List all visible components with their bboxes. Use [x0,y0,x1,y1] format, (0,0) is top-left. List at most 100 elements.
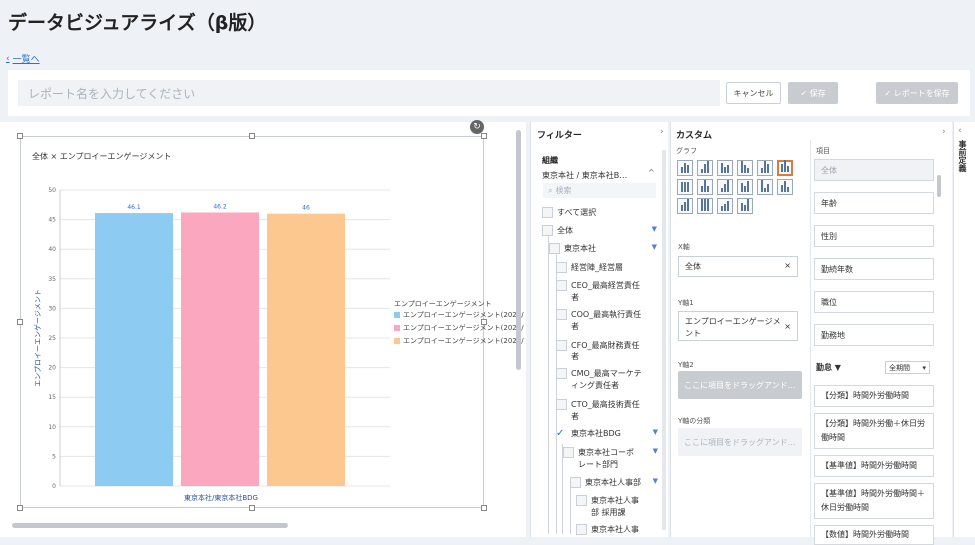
list-item[interactable]: 東京本社人事部 ▼ [570,477,658,488]
graph-type-bar-icon[interactable] [677,160,693,176]
attendance-item[interactable]: 【分類】時間外労働時間 [814,385,934,407]
close-icon[interactable]: × [784,322,791,331]
list-item[interactable]: 東京本社人事 [576,524,658,535]
legend-entry[interactable]: エンプロイーエンゲージメント(2022/ [394,323,524,333]
x-axis-field[interactable]: 全体 × [678,256,798,277]
checkbox[interactable] [556,280,567,291]
legend-swatch [394,338,400,344]
graph-type-line-icon[interactable] [697,160,713,176]
list-item[interactable]: 東京本社コーポレート部門 ▼ [563,447,658,471]
y2-axis-dropzone[interactable]: ここに項目をドラッグアンド… [678,371,802,399]
graph-type-bar-stacked-icon[interactable] [757,160,773,176]
list-item[interactable]: すべて選択 [542,207,596,218]
graph-type-hbar-100-icon[interactable] [677,179,693,195]
field-item[interactable]: 性別 [814,225,934,247]
graph-type-area-stacked-icon[interactable] [737,179,753,195]
list-item[interactable]: 全体 ▼ [542,225,657,236]
y-split-dropzone[interactable]: ここに項目をドラッグアンド… [678,428,802,456]
filter-scrollbar[interactable] [662,150,666,530]
chevron-right-icon[interactable]: › [660,127,664,137]
checkbox[interactable] [576,524,587,535]
field-item[interactable]: 勤続年数 [814,258,934,280]
list-item[interactable]: CEO_最高経営責任者 [556,280,646,304]
checkbox[interactable] [542,225,553,236]
graph-type-bar-100-icon[interactable] [697,179,713,195]
legend-swatch [394,312,400,318]
checkbox[interactable] [549,243,560,254]
y-split-label: Y軸の分類 [678,417,711,425]
save-report-button[interactable]: ✓ レポートを保存 [876,82,958,104]
resize-handle[interactable] [481,133,487,139]
cancel-button[interactable]: キャンセル [726,82,781,104]
close-icon[interactable]: × [784,261,791,272]
checkbox[interactable] [556,309,567,320]
checkbox[interactable] [542,207,553,218]
checkbox[interactable] [563,447,574,458]
attendance-item[interactable]: 【数値】時間外労働時間 [814,525,934,545]
list-item[interactable]: 経営陣_経営層 [556,262,623,273]
horizontal-scrollbar[interactable] [12,523,288,528]
graph-type-bar-selected-icon[interactable] [777,160,793,176]
list-item[interactable]: CMO_最高マーケティング責任者 [556,368,646,392]
back-link-label: 一覧へ [12,55,40,65]
caret-down-icon[interactable]: ▼ [652,225,657,233]
field-item[interactable]: 勤務地 [814,324,934,346]
caret-down-icon[interactable]: ▼ [653,477,658,485]
save-button[interactable]: ✓ 保存 [788,82,838,104]
predefined-strip[interactable] [953,122,975,537]
caret-down-icon[interactable]: ▼ [652,243,657,251]
period-select[interactable]: 全期間 ▾ [885,361,930,374]
resize-handle[interactable] [481,505,487,511]
org-selected[interactable]: 東京本社 / 東京本社B… [542,170,627,181]
graph-type-area-icon[interactable] [717,179,733,195]
graph-type-area-100-icon[interactable] [757,179,773,195]
list-item[interactable]: COO_最高執行責任者 [556,309,646,333]
list-item[interactable]: CFO_最高財務責任者 [556,340,646,362]
attendance-item[interactable]: 【基準値】時間外労働時間 [814,455,934,477]
list-item[interactable]: ✓ 東京本社BDG ▼ [556,428,658,439]
vertical-scrollbar[interactable] [516,130,521,370]
list-item[interactable]: 東京本社人事部 採用課 [576,495,658,519]
graph-type-bar-line-icon[interactable] [737,198,753,214]
y-tick-label: 20 [48,365,56,372]
chevron-left-icon[interactable]: ‹ [958,126,962,136]
field-item[interactable]: 年齢 [814,192,934,214]
refresh-icon[interactable]: ↻ [470,120,484,134]
field-item[interactable]: 全体 [814,159,934,181]
checkbox[interactable] [570,477,581,488]
graph-type-hbar-stacked-icon[interactable] [737,160,753,176]
graph-type-heatmap-icon[interactable] [697,198,713,214]
chevron-right-icon[interactable]: › [942,127,946,137]
field-item[interactable]: 職位 [814,291,934,313]
resize-handle[interactable] [17,133,23,139]
y-tick-label: 35 [48,276,56,283]
checkbox[interactable] [556,262,567,273]
caret-down-icon[interactable]: ▼ [653,447,658,455]
checkbox[interactable] [556,368,567,379]
list-item[interactable]: CTO_最高技術責任者 [556,399,646,423]
y1-axis-field[interactable]: エンプロイーエンゲージメント × [678,311,798,341]
graph-type-scatter-icon[interactable] [717,198,733,214]
attendance-item[interactable]: 【分類】時間外労働＋休日労働時間 [814,413,934,449]
checkbox[interactable] [556,340,567,351]
attendance-item[interactable]: 【基準値】時間外労働時間＋休日労働時間 [814,483,934,519]
chevron-up-icon[interactable]: ^ [648,168,655,177]
graph-type-line-multi-icon[interactable] [777,179,793,195]
legend-entry[interactable]: エンプロイーエンゲージメント(2023/ [394,310,524,320]
list-item[interactable]: 東京本社 ▼ [549,243,657,254]
back-link[interactable]: ‹ 一覧へ [6,52,40,66]
report-name-input[interactable]: レポート名を入力してください [18,80,720,106]
caret-down-icon[interactable]: ▼ [653,428,658,436]
checkbox[interactable] [556,399,567,410]
legend-label: エンプロイーエンゲージメント(2023/ [403,311,524,319]
graph-type-hbar-icon[interactable] [717,160,733,176]
check-icon[interactable]: ✓ [556,428,567,439]
attendance-dropdown[interactable]: 勤怠 ▼ [816,362,841,373]
y-tick-label: 50 [48,187,56,194]
graph-type-bar-grouped-icon[interactable] [677,198,693,214]
items-scrollbar[interactable] [937,175,941,197]
checkbox[interactable] [576,495,587,506]
legend-entry[interactable]: エンプロイーエンゲージメント(2021/ [394,336,524,346]
resize-handle[interactable] [249,133,255,139]
filter-search-input[interactable]: ⌕ 検索 [543,183,656,198]
